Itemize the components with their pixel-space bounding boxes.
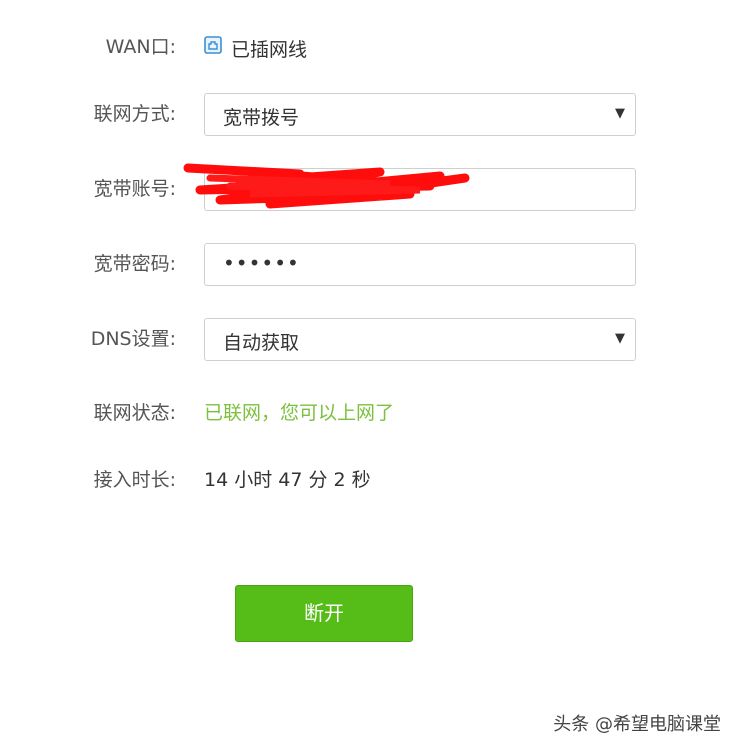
dropdown-arrow-icon: ▼ [615,106,625,121]
connection-type-label: 联网方式: [93,103,176,125]
wan-status-text: 已插网线 [231,39,308,61]
account-label: 宽带账号: [93,178,176,200]
connection-type-select[interactable]: 宽带拨号 ▼ [204,93,636,136]
net-status-value: 已联网，您可以上网了 [204,402,395,424]
redaction-scribble [183,163,470,209]
dns-value: 自动获取 [223,332,300,354]
uptime-label: 接入时长: [93,469,176,491]
disconnect-button[interactable]: 断开 [235,585,413,642]
password-input[interactable]: •••••• [204,243,636,286]
uptime-value: 14 小时 47 分 2 秒 [204,469,371,491]
connection-type-value: 宽带拨号 [223,107,300,129]
ethernet-port-icon [204,36,222,54]
password-label: 宽带密码: [93,253,176,275]
password-value: •••••• [223,251,300,275]
watermark-text: 头条 @希望电脑课堂 [553,714,721,735]
dns-select[interactable]: 自动获取 ▼ [204,318,636,361]
net-status-label: 联网状态: [93,402,176,424]
dropdown-arrow-icon: ▼ [615,331,625,346]
wan-label: WAN口: [105,36,176,58]
dns-label: DNS设置: [90,328,176,350]
